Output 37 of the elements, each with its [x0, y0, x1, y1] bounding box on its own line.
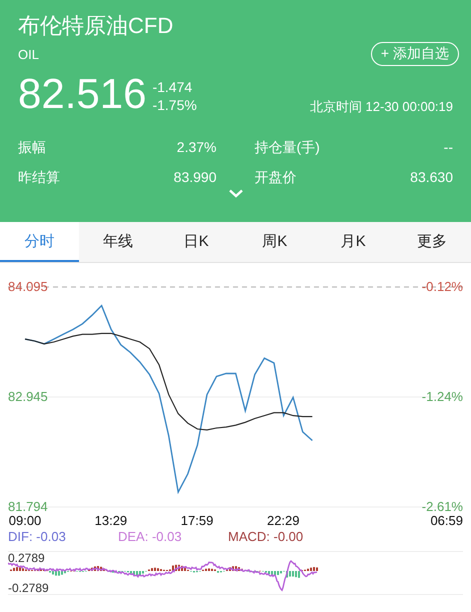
stat-value: 2.37%: [176, 138, 216, 156]
chart-tab[interactable]: 年线: [78, 222, 157, 262]
time-axis-label: 06:59: [430, 513, 463, 529]
time-axis-label: 09:00: [8, 513, 42, 529]
chart-tab[interactable]: 更多: [392, 222, 471, 262]
expand-chevron-icon[interactable]: [228, 189, 242, 198]
percent-axis-label: -2.61%: [422, 500, 463, 514]
price-axis-label: 82.945: [8, 390, 48, 404]
time-axis-label: 22:29: [266, 513, 300, 529]
macd-axis-label: 0.2789: [8, 551, 45, 565]
macd-legend-label: DEA: -0.03: [118, 529, 183, 545]
percent-axis-label: -0.12%: [422, 280, 463, 294]
stat-value: --: [444, 138, 453, 156]
symbol-code: OIL: [18, 46, 39, 62]
chart-tab[interactable]: 分时: [0, 222, 78, 262]
macd-axis-label: -0.2789: [8, 581, 49, 595]
last-price: 82.516: [18, 70, 146, 118]
quote-time: 北京时间 12-30 00:00:19: [310, 98, 453, 116]
stat-label: 持仓量(手): [254, 138, 320, 156]
chart-tab[interactable]: 日K: [157, 222, 236, 262]
time-axis-label: 17:59: [180, 513, 214, 529]
macd-legend-label: DIF: -0.03: [8, 529, 67, 545]
stat-label: 昨结算: [18, 168, 60, 186]
macd-legend-label: MACD: -0.00: [228, 529, 304, 545]
price-change: -1.474: [152, 78, 194, 96]
stat-value: 83.630: [410, 168, 453, 186]
percent-axis-label: -1.24%: [422, 390, 463, 404]
stat-label: 开盘价: [254, 168, 296, 186]
stat-value: 83.990: [174, 168, 216, 186]
percent-change: -1.75%: [152, 96, 197, 114]
chart-tab[interactable]: 月K: [314, 222, 392, 262]
stat-label: 振幅: [18, 138, 46, 156]
price-axis-label: 81.794: [8, 500, 48, 514]
price-axis-label: 84.095: [8, 280, 48, 294]
instrument-title: 布伦特原油CFD: [18, 12, 174, 40]
time-axis-label: 13:29: [94, 513, 128, 529]
chart-tab[interactable]: 周K: [236, 222, 314, 262]
